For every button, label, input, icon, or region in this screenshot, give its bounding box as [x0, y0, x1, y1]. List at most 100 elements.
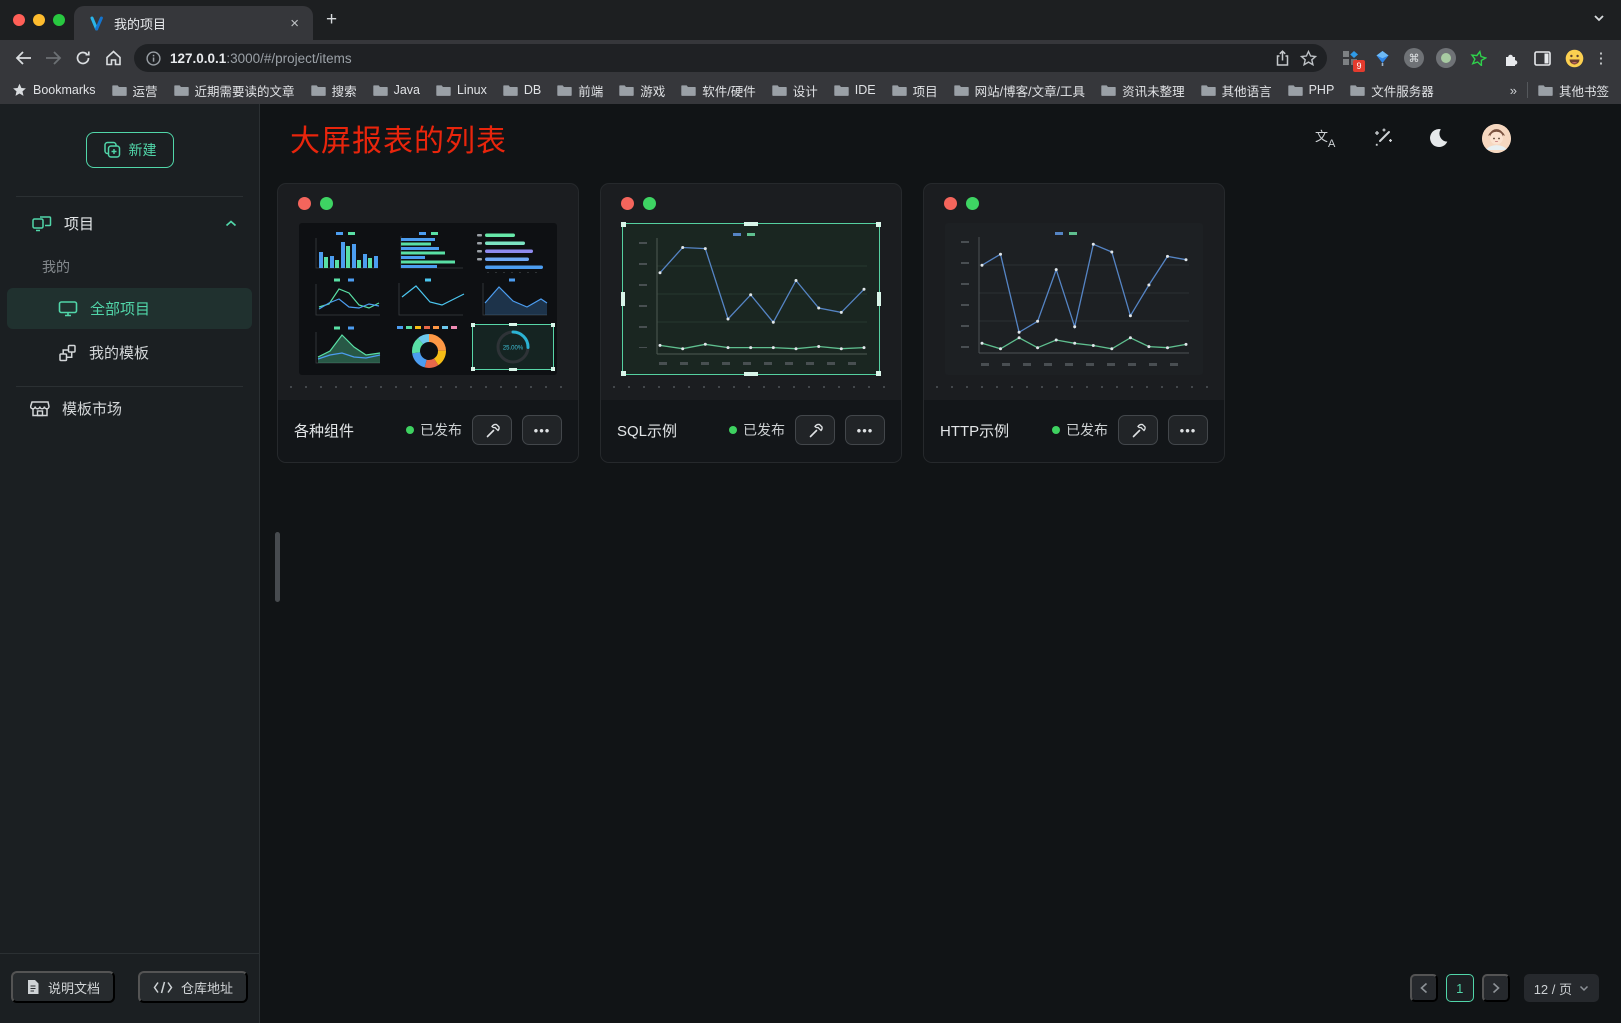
status-label: 已发布 — [420, 420, 462, 440]
current-page-button[interactable]: 1 — [1446, 974, 1474, 1002]
other-bookmarks[interactable]: 其他书签 — [1538, 81, 1609, 100]
card-footer: HTTP示例 已发布 ••• — [924, 400, 1224, 462]
reload-button[interactable] — [68, 43, 98, 73]
bookmark-folder[interactable]: PHP — [1288, 83, 1335, 97]
share-icon[interactable] — [1269, 45, 1295, 71]
command-extension-icon[interactable]: ⌘ — [1399, 43, 1429, 73]
edit-project-button[interactable] — [1118, 415, 1158, 445]
folder-icon — [174, 84, 189, 96]
tab-close-icon[interactable]: × — [286, 15, 303, 32]
tab-search-chevron-icon[interactable] — [1593, 14, 1605, 22]
green-dot — [966, 197, 979, 210]
project-card-sql[interactable]: SQL示例 已发布 ••• — [600, 183, 902, 463]
language-toggle-icon[interactable]: 文A — [1315, 128, 1339, 148]
bookmark-folder[interactable]: IDE — [834, 83, 876, 97]
document-icon — [26, 979, 40, 995]
mini-hbar-chart — [389, 230, 469, 274]
repo-button[interactable]: 仓库地址 — [138, 971, 248, 1003]
gem-extension-icon[interactable] — [1367, 43, 1397, 73]
chevron-down-icon — [1579, 985, 1589, 992]
bookmark-folder[interactable]: 网站/博客/文章/工具 — [954, 81, 1085, 100]
bookmark-folder[interactable]: 资讯未整理 — [1101, 81, 1185, 100]
emoji-extension-icon[interactable] — [1559, 43, 1589, 73]
next-page-button[interactable] — [1482, 974, 1510, 1002]
mini-area-chart — [473, 277, 553, 321]
sidebar-item-my-templates[interactable]: 我的模板 — [0, 331, 259, 374]
close-window-button[interactable] — [13, 14, 25, 26]
bookmark-folder[interactable]: 项目 — [892, 81, 938, 100]
bookmark-folder[interactable]: Java — [373, 83, 420, 97]
edit-project-button[interactable] — [472, 415, 512, 445]
dark-mode-moon-icon[interactable] — [1427, 127, 1449, 149]
tab-manager-extension-icon[interactable]: 9 — [1335, 43, 1365, 73]
card-footer: SQL示例 已发布 ••• — [601, 400, 901, 462]
url-text[interactable]: 127.0.0.1:3000/#/project/items — [170, 51, 1269, 66]
maximize-window-button[interactable] — [53, 14, 65, 26]
status-dot — [1052, 426, 1060, 434]
browser-menu-icon[interactable]: ⋮ — [1589, 49, 1613, 67]
bookmark-star-icon[interactable] — [1295, 45, 1321, 71]
mini-gauge-chart-selected[interactable]: 25.00% — [472, 324, 554, 370]
side-panel-icon[interactable] — [1527, 43, 1557, 73]
site-info-icon[interactable] — [146, 51, 161, 66]
more-actions-button[interactable]: ••• — [522, 415, 562, 445]
browser-tab[interactable]: 我的项目 × — [74, 6, 313, 40]
bookmark-folder[interactable]: 前端 — [557, 81, 603, 100]
new-tab-button[interactable]: + — [326, 10, 337, 29]
magic-wand-icon[interactable] — [1372, 127, 1394, 149]
bookmarks-root[interactable]: Bookmarks — [12, 83, 96, 97]
prev-page-button[interactable] — [1410, 974, 1438, 1002]
folder-icon — [834, 84, 849, 96]
more-actions-button[interactable]: ••• — [845, 415, 885, 445]
minimize-window-button[interactable] — [33, 14, 45, 26]
forward-button[interactable] — [38, 43, 68, 73]
card-footer: 各种组件 已发布 ••• — [278, 400, 578, 462]
bookmark-folder[interactable]: 设计 — [772, 81, 818, 100]
card-window-dots — [924, 184, 1224, 210]
bookmarks-overflow-chevron[interactable]: » — [1500, 83, 1527, 98]
back-button[interactable] — [8, 43, 38, 73]
sidebar-item-template-market[interactable]: 模板市场 — [0, 387, 259, 430]
bookmark-folder[interactable]: Linux — [436, 83, 487, 97]
macos-traffic-lights — [0, 14, 79, 26]
bookmark-folder[interactable]: 软件/硬件 — [681, 81, 755, 100]
folder-icon — [557, 84, 572, 96]
x-axis-ticks — [981, 363, 1191, 366]
url-bar[interactable]: 127.0.0.1:3000/#/project/items — [134, 44, 1327, 72]
bookmark-folder[interactable]: 搜索 — [311, 81, 357, 100]
sidebar: 新建 项目 我的 全部项目 — [0, 104, 260, 1023]
screens-icon — [32, 215, 52, 233]
bookmark-folder[interactable]: 其他语言 — [1201, 81, 1272, 100]
project-thumbnail[interactable]: 25.00% — [299, 223, 557, 375]
project-thumbnail[interactable] — [945, 223, 1203, 375]
project-card-http[interactable]: HTTP示例 已发布 ••• — [923, 183, 1225, 463]
sql-line-chart — [627, 226, 875, 372]
docs-button[interactable]: 说明文档 — [11, 971, 115, 1003]
project-card-components[interactable]: 25.00% 各种组件 已发布 — [277, 183, 579, 463]
page-size-select[interactable]: 12 / 页 — [1524, 974, 1599, 1002]
bookmark-folder[interactable]: 文件服务器 — [1350, 81, 1434, 100]
browser-toolbar: 127.0.0.1:3000/#/project/items 9 ⌘ — [0, 40, 1621, 76]
bookmark-folder-label: 软件/硬件 — [702, 81, 755, 100]
bookmark-folder[interactable]: 近期需要读的文章 — [174, 81, 295, 100]
sidebar-group-project[interactable]: 项目 — [0, 197, 259, 248]
recorder-extension-icon[interactable] — [1431, 43, 1461, 73]
user-avatar[interactable] — [1482, 124, 1511, 153]
green-star-extension-icon[interactable] — [1463, 43, 1493, 73]
chevron-up-icon[interactable] — [225, 220, 237, 227]
bookmark-folder[interactable]: 运营 — [112, 81, 158, 100]
new-project-button[interactable]: 新建 — [86, 132, 174, 168]
project-thumbnail-selected[interactable] — [622, 223, 880, 375]
bookmark-folder[interactable]: DB — [503, 83, 541, 97]
more-actions-button[interactable]: ••• — [1168, 415, 1208, 445]
scrollbar-thumb[interactable] — [275, 532, 280, 602]
extensions-puzzle-icon[interactable] — [1495, 43, 1525, 73]
home-button[interactable] — [98, 43, 128, 73]
folder-icon — [772, 84, 787, 96]
edit-project-button[interactable] — [795, 415, 835, 445]
page-title: 大屏报表的列表 — [290, 116, 507, 160]
bookmark-folder[interactable]: 游戏 — [619, 81, 665, 100]
sidebar-item-all-projects[interactable]: 全部项目 — [7, 288, 252, 329]
green-dot — [320, 197, 333, 210]
main-content: 大屏报表的列表 文A — [260, 104, 1621, 1023]
